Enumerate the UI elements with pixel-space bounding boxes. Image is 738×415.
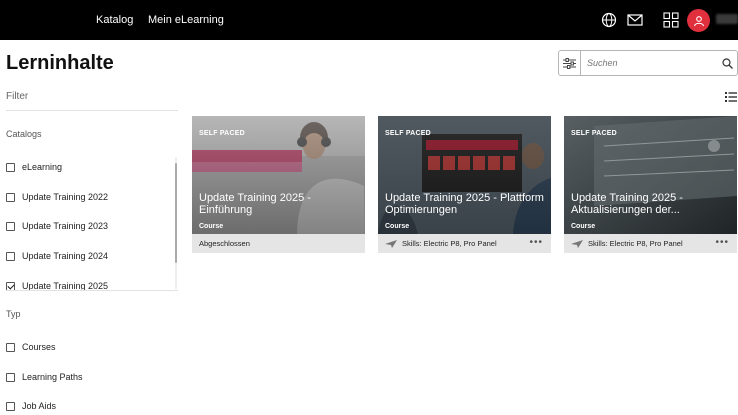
checkbox-label: eLearning <box>22 162 63 172</box>
checkbox[interactable] <box>6 401 15 411</box>
more-options-button[interactable]: ••• <box>529 237 543 248</box>
checkbox-label: Job Aids <box>22 401 57 411</box>
page-title: Lerninhalte <box>6 52 114 74</box>
nav-mein-elearning[interactable]: Mein eLearning <box>148 0 224 40</box>
user-avatar-icon[interactable] <box>687 9 710 32</box>
checkbox[interactable] <box>6 192 15 202</box>
more-options-button[interactable]: ••• <box>715 237 729 248</box>
card-footer: Skills: Electric P8, Pro Panel ••• <box>564 234 737 253</box>
course-title: Update Training 2025 - Einführung <box>199 192 311 216</box>
course-title: Update Training 2025 - Aktualisierungen … <box>571 192 683 216</box>
type-option-courses[interactable]: Courses <box>6 342 56 352</box>
checkbox[interactable] <box>6 251 15 261</box>
globe-icon[interactable] <box>601 12 617 28</box>
course-card-plattform-optimierungen[interactable]: SELF PACED Update Training 2025 - Plattf… <box>378 116 551 253</box>
checkbox[interactable] <box>6 221 15 231</box>
sliders-icon <box>563 57 576 69</box>
scrollbar-thumb[interactable] <box>175 163 177 263</box>
self-paced-badge: SELF PACED <box>571 130 617 137</box>
paper-plane-icon <box>385 239 397 248</box>
card-footer: Abgeschlossen <box>192 234 365 253</box>
course-card-aktualisierungen[interactable]: SELF PACED Update Training 2025 - Aktual… <box>564 116 737 253</box>
skills-text: Skills: Electric P8, Pro Panel <box>402 239 497 248</box>
mail-icon[interactable] <box>627 12 643 28</box>
course-title: Update Training 2025 - Plattform Optimie… <box>385 192 544 216</box>
self-paced-badge: SELF PACED <box>199 130 245 137</box>
apps-grid-icon[interactable] <box>663 12 679 28</box>
divider <box>6 110 178 111</box>
course-type-label: Course <box>199 223 224 230</box>
catalog-option-update-training-2023[interactable]: Update Training 2023 <box>6 221 108 231</box>
checkbox-label: Update Training 2023 <box>22 221 109 231</box>
checkbox[interactable] <box>6 372 15 382</box>
catalogs-section-label: Catalogs <box>6 129 42 139</box>
type-option-job-aids[interactable]: Job Aids <box>6 401 56 411</box>
nav-katalog[interactable]: Katalog <box>96 0 133 40</box>
course-card-einfuehrung[interactable]: SELF PACED Update Training 2025 - Einfüh… <box>192 116 365 253</box>
search-icon <box>721 57 733 69</box>
type-option-learning-paths[interactable]: Learning Paths <box>6 372 83 382</box>
skills-text: Skills: Electric P8, Pro Panel <box>588 239 683 248</box>
checkbox-label: Update Training 2024 <box>22 251 109 261</box>
checkbox-label: Learning Paths <box>22 372 83 382</box>
card-footer: Skills: Electric P8, Pro Panel ••• <box>378 234 551 253</box>
course-type-label: Course <box>571 223 596 230</box>
search-box <box>558 50 738 76</box>
checkbox-label: Update Training 2022 <box>22 192 109 202</box>
search-button[interactable] <box>717 51 737 75</box>
catalog-option-elearning[interactable]: eLearning <box>6 162 62 172</box>
checkbox[interactable] <box>6 342 15 352</box>
completion-status: Abgeschlossen <box>199 239 250 248</box>
user-name-blurred[interactable] <box>716 14 738 24</box>
divider <box>6 290 178 291</box>
self-paced-badge: SELF PACED <box>385 130 431 137</box>
filter-heading: Filter <box>6 91 29 102</box>
catalog-option-update-training-2022[interactable]: Update Training 2022 <box>6 192 108 202</box>
filter-settings-button[interactable] <box>559 51 581 75</box>
list-view-icon[interactable] <box>725 91 737 103</box>
checkbox[interactable] <box>6 162 15 172</box>
catalog-option-update-training-2024[interactable]: Update Training 2024 <box>6 251 108 261</box>
checkbox-label: Courses <box>22 342 56 352</box>
search-input[interactable] <box>581 51 717 75</box>
course-type-label: Course <box>385 223 410 230</box>
type-section-label: Typ <box>6 309 21 319</box>
catalogs-scrollbar[interactable] <box>174 157 178 289</box>
paper-plane-icon <box>571 239 583 248</box>
